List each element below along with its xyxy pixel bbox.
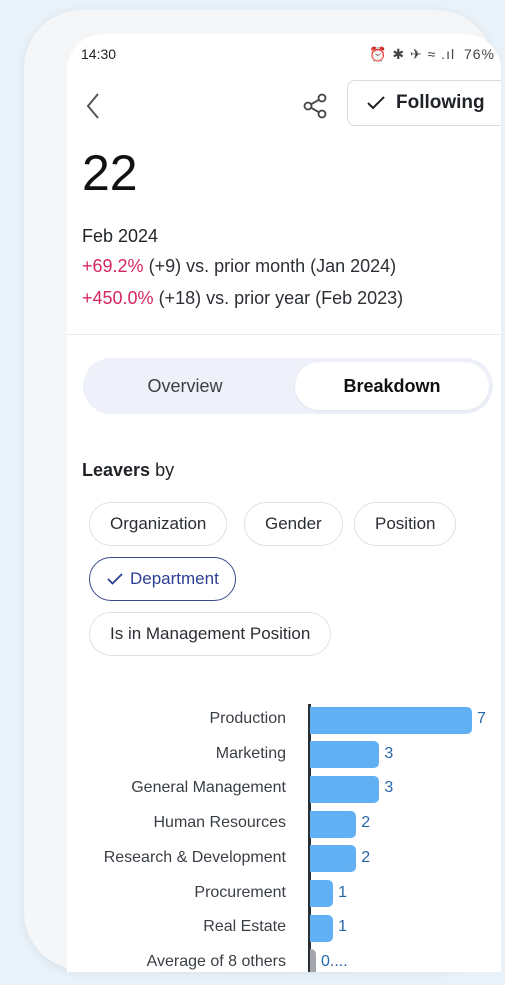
category-label: Research & Development: [103, 848, 286, 866]
bar-value-label: 2: [361, 848, 371, 866]
comparison-text: (+18) vs. prior year (Feb 2023): [153, 288, 404, 308]
chip-department[interactable]: Department: [89, 557, 236, 601]
bar[interactable]: [310, 775, 380, 803]
breakdown-title: Leavers by: [82, 460, 174, 481]
category-label: Procurement: [194, 883, 286, 901]
back-button[interactable]: [75, 86, 111, 126]
chip-gender[interactable]: Gender: [244, 502, 343, 546]
metric-period: Feb 2024: [82, 226, 159, 246]
following-button[interactable]: Following: [347, 80, 501, 126]
metric-value: 22: [82, 145, 138, 201]
status-indicator-icons: ⏰ ✱ ✈ ≈ .ıl: [369, 46, 456, 62]
category-label: Marketing: [215, 744, 286, 762]
breakdown-title-suffix: by: [150, 460, 175, 480]
bar[interactable]: [310, 949, 316, 972]
status-icons: ⏰ ✱ ✈ ≈ .ıl 76%: [369, 46, 495, 63]
chevron-left-icon: [86, 93, 99, 119]
view-tabs: Overview Breakdown: [83, 358, 493, 414]
check-icon: [107, 573, 123, 585]
comparison-prior-month: +69.2% (+9) vs. prior month (Jan 2024): [82, 256, 396, 277]
bar[interactable]: [310, 706, 472, 734]
status-time: 14:30: [81, 46, 117, 62]
bar-value-label: 7: [477, 710, 486, 727]
category-label: General Management: [131, 779, 286, 797]
phone-frame: 14:30 ⏰ ✱ ✈ ≈ .ıl 76% Following 22 Feb 2…: [24, 10, 501, 972]
bar-value-label: 1: [338, 918, 348, 936]
share-icon: [303, 93, 327, 119]
tab-overview[interactable]: Overview: [87, 362, 283, 410]
battery-percent: 76%: [463, 46, 495, 62]
share-button[interactable]: [297, 86, 333, 126]
chip-management-position[interactable]: Is in Management Position: [89, 612, 332, 656]
bar-value-label: 0....: [321, 952, 348, 970]
category-label: Human Resources: [153, 814, 287, 832]
delta-value: +450.0%: [82, 288, 154, 308]
app-screen: 14:30 ⏰ ✱ ✈ ≈ .ıl 76% Following 22 Feb 2…: [67, 34, 501, 972]
comparison-text: (+9) vs. prior month (Jan 2024): [143, 256, 397, 276]
bar-value-label: 1: [338, 883, 348, 901]
bar-value-label: 3: [384, 744, 394, 762]
bar[interactable]: [310, 880, 334, 907]
category-label: Real Estate: [203, 918, 286, 936]
category-label: Average of 8 others: [146, 952, 286, 970]
chip-organization[interactable]: Organization: [89, 502, 228, 546]
bar-value-label: 3: [384, 779, 394, 797]
delta-value: +69.2%: [82, 256, 144, 276]
chip-position[interactable]: Position: [354, 502, 457, 546]
bar[interactable]: [310, 810, 357, 838]
category-label: Production: [209, 710, 287, 727]
breakdown-title-metric: Leavers: [82, 460, 151, 480]
bar[interactable]: [310, 741, 380, 769]
bar[interactable]: [310, 914, 334, 942]
following-label: Following: [396, 92, 485, 113]
comparison-prior-year: +450.0% (+18) vs. prior year (Feb 2023): [82, 288, 403, 309]
leavers-by-department-chart: Production 7 Marketing 3 General Management 3…: [67, 694, 501, 972]
tab-breakdown[interactable]: Breakdown: [295, 362, 489, 410]
divider: [67, 334, 501, 335]
check-icon: [367, 96, 385, 110]
status-bar: 14:30 ⏰ ✱ ✈ ≈ .ıl 76%: [67, 34, 501, 74]
bar[interactable]: [310, 845, 357, 873]
bar-value-label: 2: [361, 814, 371, 832]
chip-department-label: Department: [130, 569, 219, 588]
